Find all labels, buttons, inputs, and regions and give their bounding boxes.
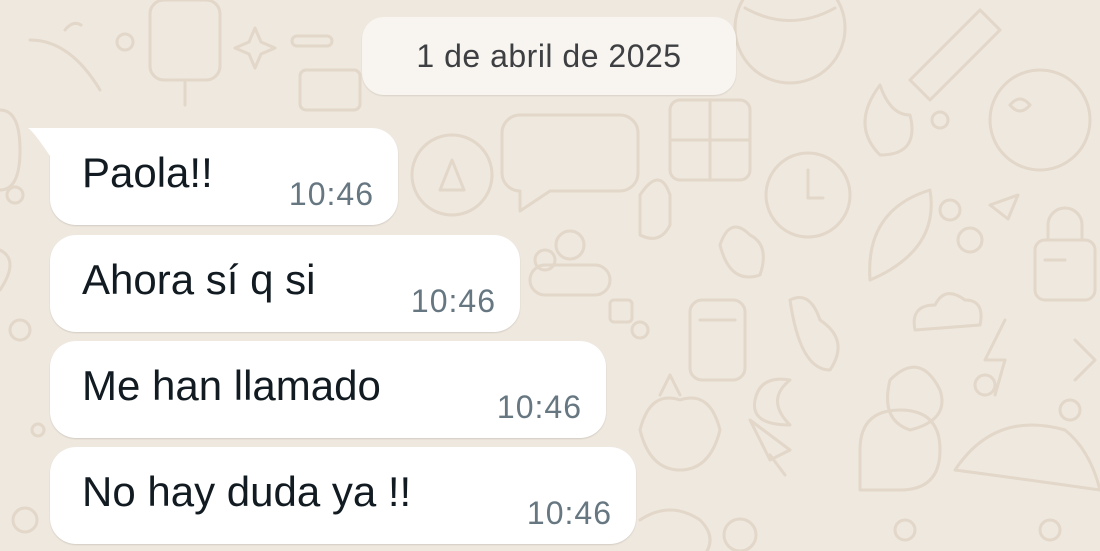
- bubble-tail: [28, 128, 50, 156]
- message-timestamp: 10:46: [410, 283, 496, 319]
- message-list: Paola!! 10:46 Ahora sí q si 10:46 Me han…: [0, 0, 1100, 551]
- message-timestamp: 10:46: [496, 389, 582, 425]
- message-text: Ahora sí q si: [82, 256, 316, 303]
- message-timestamp: 10:46: [288, 176, 374, 212]
- message-bubble[interactable]: No hay duda ya !! 10:46: [50, 447, 636, 544]
- message-bubble[interactable]: Ahora sí q si 10:46: [50, 235, 520, 332]
- message-bubble[interactable]: Me han llamado 10:46: [50, 341, 606, 438]
- message-text: Paola!!: [82, 149, 213, 196]
- message-text: Me han llamado: [82, 362, 381, 409]
- message-text: No hay duda ya !!: [82, 468, 412, 515]
- message-bubble[interactable]: Paola!! 10:46: [28, 128, 398, 225]
- message-timestamp: 10:46: [526, 495, 612, 531]
